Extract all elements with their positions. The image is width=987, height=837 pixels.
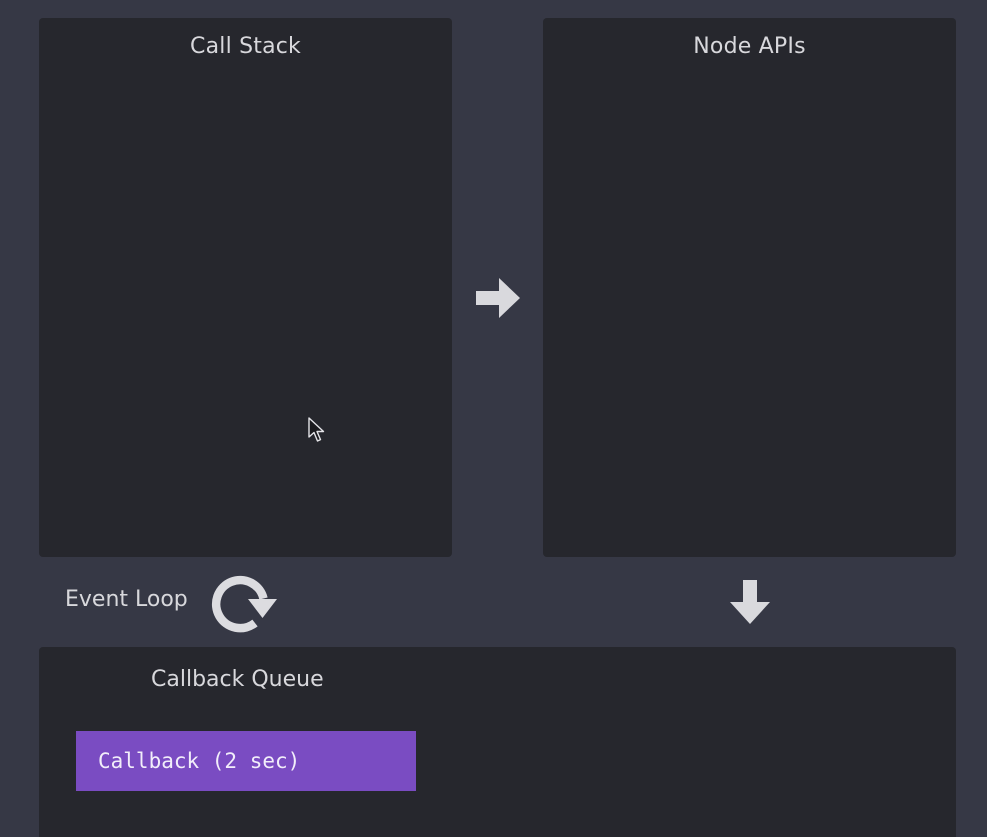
event-loop-label: Event Loop bbox=[65, 587, 188, 612]
arrow-down-icon bbox=[730, 580, 770, 624]
callback-queue-item: Callback (2 sec) bbox=[76, 731, 416, 791]
cursor-icon bbox=[308, 417, 325, 442]
callback-queue-title: Callback Queue bbox=[151, 667, 324, 692]
node-apis-panel: Node APIs bbox=[543, 18, 956, 557]
arrow-right-icon bbox=[476, 278, 520, 318]
refresh-icon bbox=[211, 575, 277, 633]
call-stack-panel: Call Stack bbox=[39, 18, 452, 557]
node-apis-title: Node APIs bbox=[693, 34, 806, 59]
call-stack-title: Call Stack bbox=[190, 34, 301, 59]
